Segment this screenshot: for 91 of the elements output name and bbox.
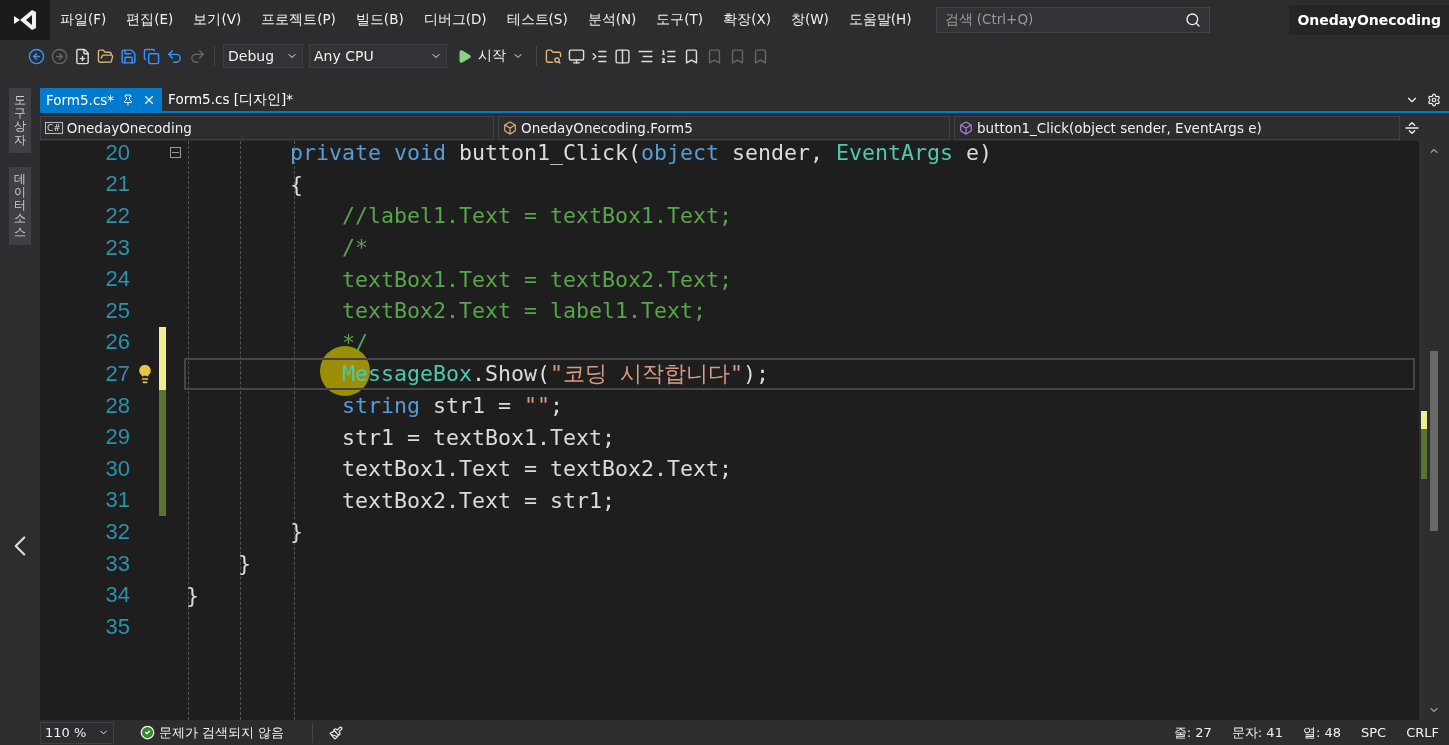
side-tab[interactable]: 데이터 소스 <box>9 166 31 245</box>
back-icon[interactable] <box>28 47 45 65</box>
project-dropdown[interactable]: C# OnedayOnecoding <box>40 116 494 140</box>
line-ending-indicator[interactable]: CRLF <box>1396 725 1449 740</box>
save-icon[interactable] <box>120 47 137 65</box>
undo-icon[interactable] <box>166 47 183 65</box>
document-tab[interactable]: Form5.cs [디자인]* <box>162 88 299 111</box>
menu-item[interactable]: 프로젝트(P) <box>251 11 346 29</box>
collapse-icon[interactable] <box>169 147 181 159</box>
settings-icon[interactable] <box>1427 92 1441 107</box>
code-line: */ <box>342 329 369 355</box>
menu-item[interactable]: 파일(F) <box>50 11 117 29</box>
code-line: } <box>186 582 199 608</box>
code-line: /* <box>342 235 369 261</box>
menu-item[interactable]: 창(W) <box>780 11 839 29</box>
member-dropdown[interactable]: button1_Click(object sender, EventArgs e) <box>954 116 1400 140</box>
account-name[interactable]: OnedayOnecoding <box>1289 5 1449 35</box>
open-folder-icon[interactable] <box>97 47 114 65</box>
line-number: 34 <box>104 582 130 609</box>
forward-icon[interactable] <box>51 47 68 65</box>
brush-icon[interactable] <box>329 725 344 740</box>
menu-item[interactable]: 빌드(B) <box>345 11 414 29</box>
change-overview-drawing <box>1421 411 1427 479</box>
start-button[interactable]: 시작 <box>453 47 528 65</box>
class-name: OnedayOnecoding.Form5 <box>521 120 693 136</box>
side-tab[interactable]: 도구 상자 <box>9 88 31 153</box>
char-indicator: 문자: 41 <box>1230 723 1284 742</box>
line-number: 33 <box>104 550 130 577</box>
bookmark-icon[interactable] <box>683 47 700 65</box>
code-line: textBox2.Text = label1.Text; <box>342 298 707 324</box>
logo-icon <box>12 9 38 31</box>
pin-icon[interactable] <box>122 93 135 106</box>
line-number: 21 <box>104 171 130 198</box>
column-indicator: 열: 48 <box>1301 723 1342 742</box>
line-number: 35 <box>104 613 130 640</box>
configuration-dropdown[interactable]: Debug <box>223 44 303 68</box>
save-all-icon[interactable] <box>143 47 160 65</box>
check-icon <box>140 725 155 740</box>
play-icon <box>457 48 472 64</box>
line-number: 30 <box>104 455 130 482</box>
code-line: string str1 = ""; <box>342 393 564 419</box>
code-line: private void button1_Click(object sender, EventArgs e) <box>290 141 993 166</box>
line-number: 20 <box>104 141 130 166</box>
menu-item[interactable]: 확장(X) <box>713 11 781 29</box>
columns-icon[interactable] <box>614 47 631 65</box>
menu-item[interactable]: 분석(N) <box>577 11 647 29</box>
menu-item[interactable]: 테스트(S) <box>496 11 578 29</box>
menu-item[interactable]: 디버그(D) <box>413 11 497 29</box>
zoom-dropdown[interactable]: 110 % <box>40 721 114 744</box>
csharp-badge: C# <box>45 122 63 134</box>
monitor-icon[interactable] <box>568 47 585 65</box>
line-number: 24 <box>104 266 130 293</box>
code-line: str1 = textBox1.Text; <box>342 424 616 450</box>
code-line: textBox2.Text = str1; <box>342 487 616 513</box>
line-number: 31 <box>104 487 130 514</box>
code-line: } <box>238 551 252 576</box>
document-tab[interactable]: Form5.cs* <box>40 88 163 111</box>
project-name: OnedayOnecoding <box>66 120 192 136</box>
redo-icon[interactable] <box>189 47 206 65</box>
line-number: 22 <box>104 203 130 229</box>
search-icon <box>1184 12 1201 28</box>
code-line: //label1.Text = textBox1.Text; <box>342 203 733 229</box>
new-file-icon[interactable] <box>74 47 91 65</box>
code-line: textBox1.Text = textBox2.Text; <box>342 266 733 292</box>
folder-search-icon[interactable] <box>545 47 562 65</box>
menu-item[interactable]: 도구(T) <box>646 11 714 29</box>
line-number: 26 <box>104 329 130 356</box>
code-line: } <box>290 519 304 545</box>
class-icon <box>503 121 517 135</box>
menu-item[interactable]: 도움말(H) <box>838 11 922 29</box>
split-icon[interactable] <box>1404 120 1420 136</box>
line-number: 28 <box>104 392 130 419</box>
method-icon <box>959 121 973 135</box>
line-number: 27 <box>104 360 130 387</box>
menu-item[interactable]: 편집(E) <box>116 11 184 29</box>
line-indicator: 줄: 27 <box>1172 723 1213 742</box>
code-line: { <box>290 171 304 197</box>
code-line: textBox1.Text = textBox2.Text; <box>342 456 733 482</box>
scroll-thumb[interactable] <box>1430 351 1438 531</box>
line-number: 25 <box>104 297 130 324</box>
class-dropdown[interactable]: OnedayOnecoding.Form5 <box>498 116 950 140</box>
whitespace-indicator[interactable]: SPC <box>1351 725 1397 740</box>
line-number: 29 <box>104 424 130 451</box>
menu-item[interactable]: 보기(V) <box>183 11 252 29</box>
line-number: 32 <box>104 518 130 545</box>
issues-status[interactable]: 문제가 검색되지 않음 <box>159 723 285 742</box>
member-name: button1_Click(object sender, EventArgs e) <box>977 120 1262 136</box>
line-number: 23 <box>104 234 130 261</box>
search-field[interactable]: 검색 (Ctrl+Q) <box>935 7 1210 33</box>
platform-dropdown[interactable]: Any CPU <box>309 44 447 68</box>
list-icon[interactable] <box>660 47 677 65</box>
